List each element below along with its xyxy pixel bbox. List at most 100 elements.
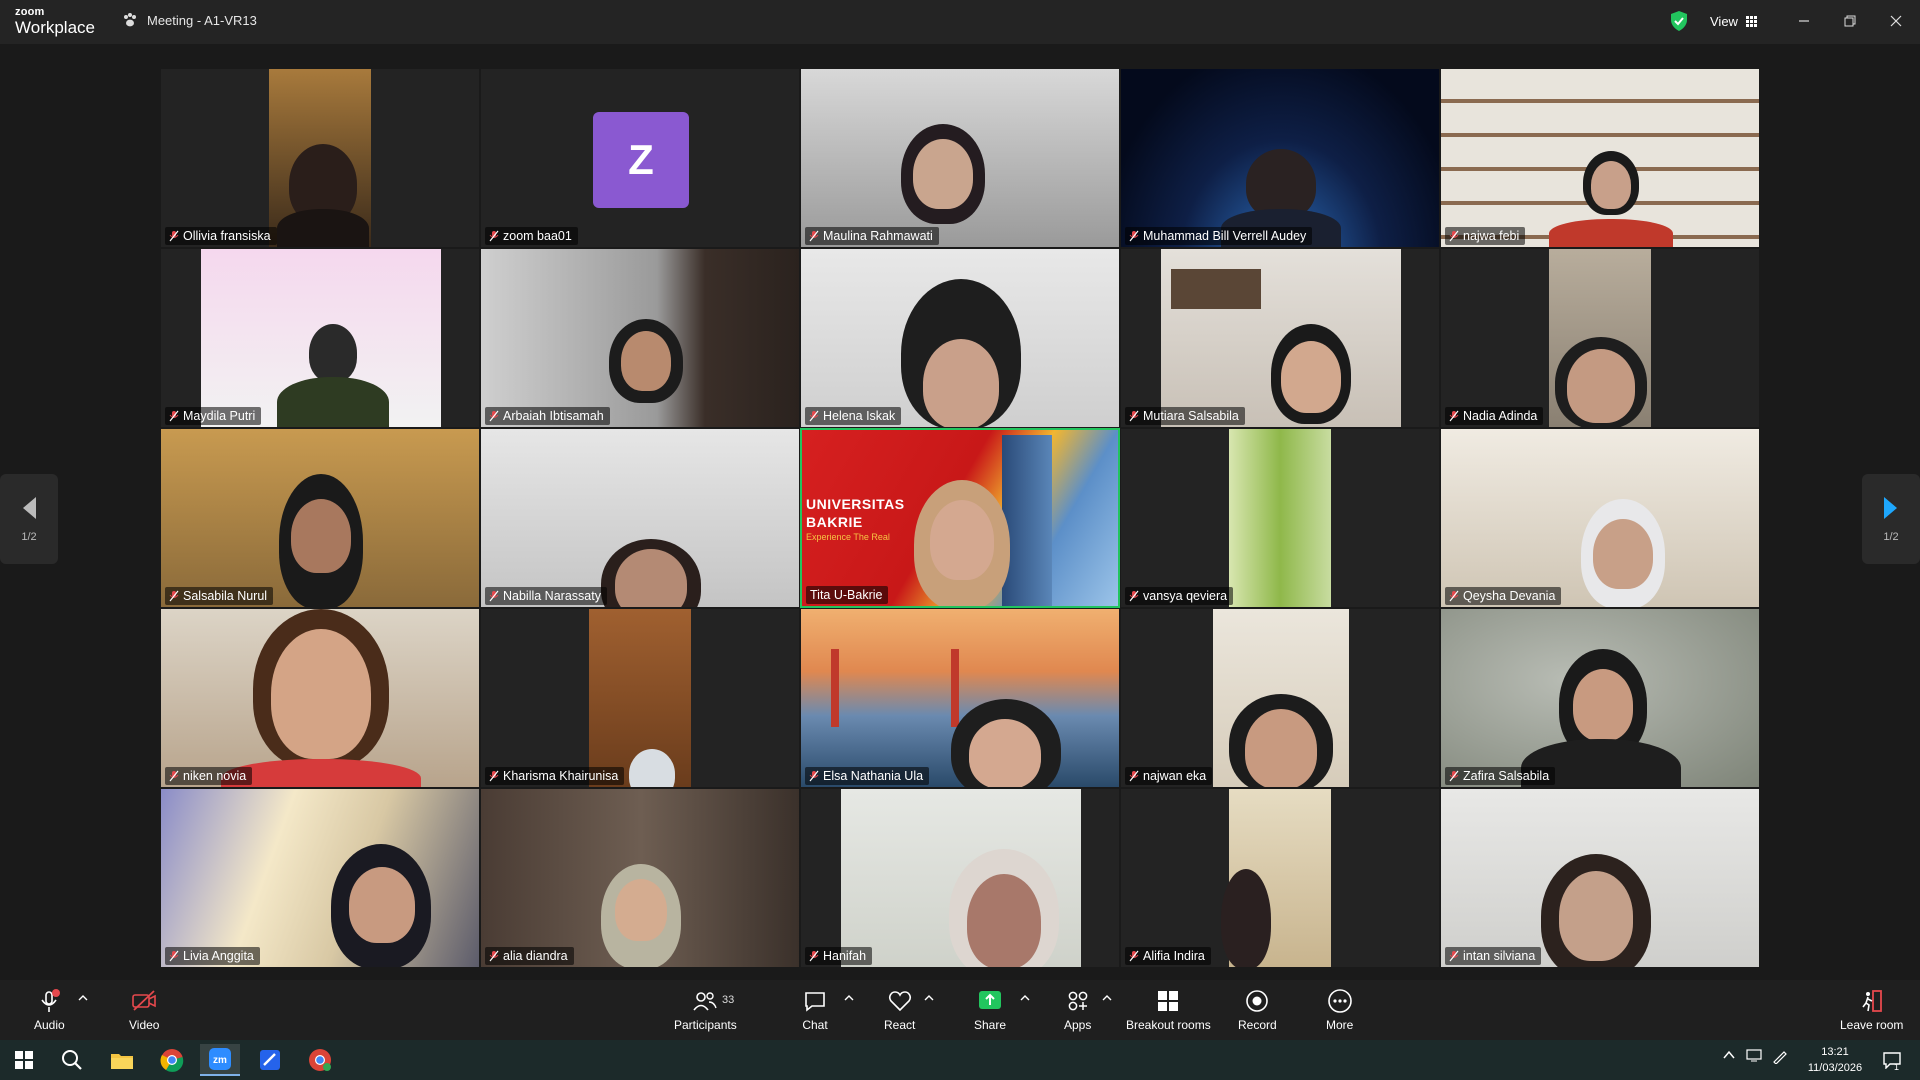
video-off-icon: [132, 990, 157, 1011]
video-tile[interactable]: Z zoom baa01: [480, 68, 800, 248]
notifications-button[interactable]: 1: [1872, 1044, 1912, 1076]
participant-name: Helena Iskak: [823, 409, 896, 423]
meeting-info[interactable]: Meeting - A1-VR13: [122, 12, 257, 28]
breakout-rooms-button[interactable]: Breakout rooms: [1126, 988, 1211, 1032]
mic-muted-icon: [169, 410, 179, 422]
video-tile[interactable]: niken novia: [160, 608, 480, 788]
video-tile[interactable]: Kharisma Khairunisa: [480, 608, 800, 788]
audio-options-caret-icon[interactable]: [78, 994, 88, 1002]
minimize-icon: [1799, 20, 1809, 22]
mic-muted-icon: [169, 230, 179, 242]
video-tile[interactable]: Mutiara Salsabila: [1120, 248, 1440, 428]
chrome-button[interactable]: [152, 1044, 192, 1076]
video-label: Video: [129, 1018, 160, 1032]
react-button[interactable]: React: [884, 988, 915, 1032]
video-tile[interactable]: Nadia Adinda: [1440, 248, 1760, 428]
chat-label: Chat: [802, 1018, 828, 1032]
show-hidden-icons-chevron-icon[interactable]: [1722, 1048, 1736, 1062]
video-tile[interactable]: vansya qeviera: [1120, 428, 1440, 608]
video-tile[interactable]: Maulina Rahmawati: [800, 68, 1120, 248]
participant-name: Mutiara Salsabila: [1143, 409, 1239, 423]
whiteboard-app-button[interactable]: [250, 1044, 290, 1076]
video-tile[interactable]: Ollivia fransiska: [160, 68, 480, 248]
mic-muted-icon: [809, 230, 819, 242]
participant-face: [1245, 709, 1317, 787]
react-options-caret-icon[interactable]: [924, 994, 934, 1002]
participants-paw-icon: [124, 13, 136, 27]
video-tile[interactable]: intan silviana: [1440, 788, 1760, 968]
apps-button[interactable]: Apps: [1064, 988, 1091, 1032]
chrome-profile-button[interactable]: [300, 1044, 340, 1076]
participant-name: niken novia: [183, 769, 247, 783]
chrome-profile-icon: [309, 1049, 331, 1071]
participant-nametag: Muhammad Bill Verrell Audey: [1125, 227, 1313, 245]
video-tile[interactable]: Maydila Putri: [160, 248, 480, 428]
bridge-tower: [831, 649, 839, 727]
participant-nametag: Helena Iskak: [805, 407, 902, 425]
video-tile-active-speaker[interactable]: UNIVERSITAS BAKRIE Experience The Real T…: [800, 428, 1120, 608]
record-button[interactable]: Record: [1238, 988, 1277, 1032]
clock-time: 13:21: [1821, 1046, 1849, 1058]
video-tile[interactable]: najwan eka: [1120, 608, 1440, 788]
zoom-taskbar-button[interactable]: zm: [200, 1044, 240, 1076]
more-icon: [1327, 989, 1352, 1013]
participant-name: Nabilla Narassaty: [503, 589, 601, 603]
start-button[interactable]: [4, 1044, 44, 1076]
file-explorer-button[interactable]: [102, 1044, 142, 1076]
next-page-button[interactable]: 1/2: [1862, 474, 1920, 564]
previous-page-button[interactable]: 1/2: [0, 474, 58, 564]
video-tile[interactable]: Salsabila Nurul: [160, 428, 480, 608]
participant-face: [969, 719, 1041, 787]
network-icon[interactable]: [1746, 1048, 1764, 1062]
share-options-caret-icon[interactable]: [1020, 994, 1030, 1002]
participant-face: [1567, 349, 1635, 423]
video-tile[interactable]: Qeysha Devania: [1440, 428, 1760, 608]
pen-input-icon[interactable]: [1772, 1048, 1788, 1064]
participant-silhouette: [309, 324, 357, 382]
mic-muted-icon: [1449, 770, 1459, 782]
video-button[interactable]: Video: [129, 988, 159, 1032]
participant-face: [271, 629, 371, 759]
participant-nametag: alia diandra: [485, 947, 574, 965]
search-button[interactable]: [52, 1044, 92, 1076]
more-button[interactable]: More: [1326, 988, 1353, 1032]
participant-face: [923, 339, 999, 427]
video-tile[interactable]: Hanifah: [800, 788, 1120, 968]
video-stage: 1/2 1/2 Ollivia fransiska Z zoom baa01 M…: [0, 44, 1920, 980]
chat-button[interactable]: Chat: [802, 988, 828, 1032]
video-tile[interactable]: Arbaiah Ibtisamah: [480, 248, 800, 428]
logo-bottom: Workplace: [15, 18, 95, 37]
close-button[interactable]: [1879, 8, 1913, 34]
video-tile[interactable]: Nabilla Narassaty: [480, 428, 800, 608]
participant-name: zoom baa01: [503, 229, 572, 243]
participant-nametag: najwa febi: [1445, 227, 1526, 245]
mic-muted-icon: [489, 950, 499, 962]
video-tile[interactable]: Elsa Nathania Ula: [800, 608, 1120, 788]
video-tile[interactable]: najwa febi: [1440, 68, 1760, 248]
share-button[interactable]: Share: [974, 988, 1006, 1032]
taskbar-clock[interactable]: 13:21 11/03/2026: [1802, 1044, 1868, 1076]
search-icon: [62, 1050, 82, 1070]
leave-room-button[interactable]: Leave room: [1840, 988, 1903, 1032]
participant-face: [930, 500, 994, 580]
video-tile[interactable]: Livia Anggita: [160, 788, 480, 968]
whiteboard-icon: [260, 1050, 280, 1070]
audio-button[interactable]: Audio: [34, 988, 65, 1032]
participant-name: Zafira Salsabila: [1463, 769, 1550, 783]
video-tile[interactable]: Alifia Indira: [1120, 788, 1440, 968]
participant-name: Maulina Rahmawati: [823, 229, 933, 243]
view-button[interactable]: View: [1700, 8, 1767, 34]
video-tile[interactable]: Zafira Salsabila: [1440, 608, 1760, 788]
video-tile[interactable]: alia diandra: [480, 788, 800, 968]
video-tile[interactable]: Muhammad Bill Verrell Audey: [1120, 68, 1440, 248]
minimize-button[interactable]: [1787, 8, 1821, 34]
background-text-bakrie: BAKRIE: [806, 514, 863, 530]
video-tile[interactable]: Helena Iskak: [800, 248, 1120, 428]
restore-icon: [1844, 15, 1856, 27]
mic-muted-icon: [1449, 410, 1459, 422]
apps-options-caret-icon[interactable]: [1102, 994, 1112, 1002]
restore-button[interactable]: [1833, 8, 1867, 34]
participant-name: Livia Anggita: [183, 949, 254, 963]
encryption-shield-icon[interactable]: [1670, 10, 1688, 32]
chat-options-caret-icon[interactable]: [844, 994, 854, 1002]
